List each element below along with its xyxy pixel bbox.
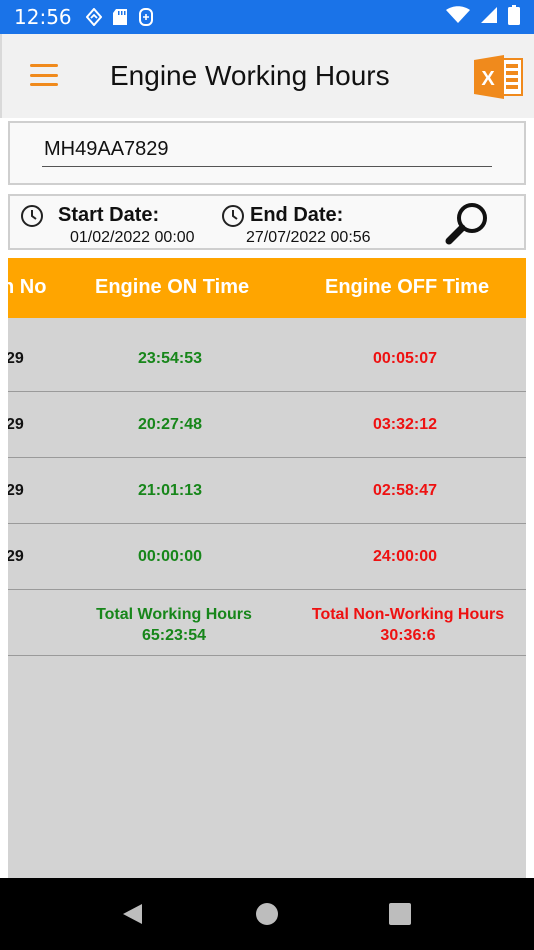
total-working-label: Total Working Hours: [96, 606, 252, 623]
end-date-value[interactable]: 27/07/2022 00:56: [246, 229, 371, 247]
total-nonworking-hours: Total Non-Working Hours 30:36:6: [300, 604, 516, 646]
search-icon[interactable]: [444, 199, 492, 247]
date-range-panel: Start Date: 01/02/2022 00:00 End Date: 2…: [8, 194, 526, 250]
menu-line: [30, 64, 58, 67]
cell-vehicle-no: 29: [8, 350, 24, 367]
start-date-label: Start Date:: [58, 204, 160, 226]
table-row[interactable]: 29 21:01:13 02:58:47: [8, 458, 526, 524]
hamburger-menu-icon[interactable]: [26, 60, 62, 90]
vehicle-number-panel: [8, 121, 526, 185]
svg-text:X: X: [481, 68, 495, 90]
signal-icon: [480, 6, 498, 29]
wifi-icon: [446, 5, 470, 29]
total-nonworking-value: 30:36:6: [380, 627, 436, 644]
cell-engine-on: 00:00:00: [138, 548, 203, 565]
total-nonworking-label: Total Non-Working Hours: [311, 606, 505, 623]
home-icon[interactable]: [255, 902, 279, 931]
cell-engine-off: 00:05:07: [373, 350, 438, 367]
totals-row: Total Working Hours 65:23:54 Total Non-W…: [8, 590, 526, 656]
navigation-icon: [85, 8, 102, 26]
cell-vehicle-no: 29: [8, 482, 24, 499]
cell-engine-on: 21:01:13: [138, 482, 203, 499]
back-icon[interactable]: [120, 902, 144, 931]
table-header: n No Engine ON Time Engine OFF Time: [8, 258, 526, 318]
cell-engine-off: 24:00:00: [373, 548, 438, 565]
cell-vehicle-no: 29: [8, 416, 24, 433]
cell-engine-off: 03:32:12: [373, 416, 438, 433]
total-working-hours: Total Working Hours 65:23:54: [86, 604, 262, 646]
end-date-label: End Date:: [250, 204, 344, 226]
status-bar: 12:56: [0, 0, 534, 34]
excel-icon[interactable]: X: [474, 54, 524, 100]
menu-line: [30, 73, 58, 77]
menu-line: [30, 83, 58, 86]
battery-icon: [508, 4, 520, 30]
vehicle-number-input[interactable]: [42, 133, 492, 167]
column-header-vehicle-no: n No: [8, 276, 47, 298]
app-bar: Engine Working Hours X: [0, 34, 534, 118]
status-time: 12:56: [14, 5, 72, 29]
clock-icon[interactable]: [20, 204, 44, 228]
sd-card-icon: [112, 8, 128, 26]
table-row[interactable]: 29 20:27:48 03:32:12: [8, 392, 526, 458]
clock-icon[interactable]: [221, 204, 245, 228]
system-nav-bar: [0, 878, 534, 950]
page-title: Engine Working Hours: [110, 60, 390, 91]
table-row[interactable]: 29 00:00:00 24:00:00: [8, 524, 526, 590]
total-working-value: 65:23:54: [141, 627, 207, 644]
status-right-icons: [446, 4, 520, 30]
sync-icon: [138, 7, 154, 27]
cell-engine-on: 20:27:48: [138, 416, 203, 433]
cell-engine-on: 23:54:53: [138, 350, 203, 367]
start-date-value[interactable]: 01/02/2022 00:00: [70, 229, 195, 247]
engine-hours-table: n No Engine ON Time Engine OFF Time 29 2…: [8, 258, 526, 878]
column-header-engine-on: Engine ON Time: [95, 276, 250, 298]
table-row[interactable]: 29 23:54:53 00:05:07: [8, 326, 526, 392]
recents-icon[interactable]: [388, 902, 412, 931]
cell-engine-off: 02:58:47: [373, 482, 438, 499]
column-header-engine-off: Engine OFF Time: [325, 276, 490, 298]
cell-vehicle-no: 29: [8, 548, 24, 565]
